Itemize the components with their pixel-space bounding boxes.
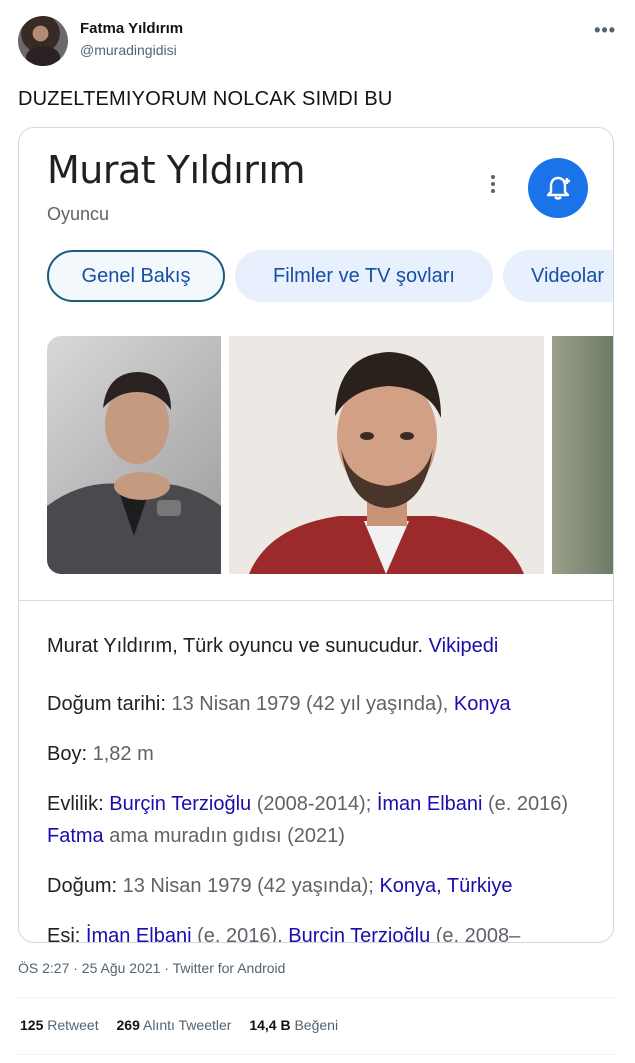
fact-label[interactable]: Boy: — [47, 743, 87, 765]
quotes-stat[interactable]: 269 Alıntı Tweetler — [117, 1017, 232, 1033]
tweet-header: Fatma Yıldırım @muradingidisi ••• — [18, 14, 618, 74]
fact-value: (e. 2016) — [488, 793, 569, 815]
fact-label[interactable]: Doğum: — [47, 875, 117, 897]
actor-photo-1-art — [47, 372, 221, 574]
quotes-count: 269 — [116, 1017, 140, 1033]
fact-height: Boy: 1,82 m — [47, 738, 587, 770]
fact-label[interactable]: Doğum tarihi: — [47, 693, 166, 715]
actor-photo-2-art — [249, 352, 524, 574]
fact-value: 13 Nisan 1979 (42 yıl yaşında), — [171, 693, 449, 715]
retweets-count: 125 — [20, 1017, 44, 1033]
fact-value: (e. 2016), — [197, 925, 283, 943]
birthplace-link[interactable]: Konya — [454, 693, 511, 715]
tab-videos[interactable]: Videolar — [503, 250, 613, 302]
knowledge-panel: Murat Yıldırım Oyuncu Genel Bakış Filmle… — [19, 128, 613, 943]
fact-value: 1,82 m — [92, 743, 154, 765]
retweets-label: Retweet — [47, 1017, 99, 1033]
spouse-link[interactable]: Fatma — [47, 825, 104, 847]
actor-photo-1[interactable] — [47, 336, 221, 574]
fact-birth: Doğum: 13 Nisan 1979 (42 yaşında); Konya… — [47, 870, 587, 902]
spouse-link[interactable]: Burçin Terzioğlu — [109, 793, 251, 815]
panel-tabs: Genel Bakış Filmler ve TV şovları Videol… — [47, 250, 613, 304]
panel-title: Murat Yıldırım — [47, 148, 305, 192]
tweet-text: DUZELTEMIYORUM NOLCAK SIMDI BU — [18, 88, 393, 110]
panel-description: Murat Yıldırım, Türk oyuncu ve sunucudur… — [47, 630, 587, 662]
author-handle[interactable]: @muradingidisi — [80, 42, 177, 58]
tab-films-tv[interactable]: Filmler ve TV şovları — [235, 250, 493, 302]
fact-marriage: Evlilik: Burçin Terzioğlu (2008-2014); İ… — [47, 788, 587, 852]
retweets-stat[interactable]: 125 Retweet — [20, 1017, 99, 1033]
fact-value: (2008-2014); — [256, 793, 372, 815]
fact-label[interactable]: Evlilik: — [47, 793, 104, 815]
fact-value: ama muradın gıdısı (2021) — [109, 825, 345, 847]
panel-subtitle: Oyuncu — [47, 204, 110, 224]
panel-divider — [19, 600, 613, 601]
bell-plus-glyph — [546, 176, 570, 200]
actor-photo-3[interactable] — [552, 336, 613, 574]
spouse-link[interactable]: İman Elbani — [86, 925, 192, 942]
likes-count: 14,4 B — [249, 1017, 291, 1033]
fact-spouse: Eşi: İman Elbani (e. 2016), Burçin Terzi… — [47, 920, 587, 943]
likes-label: Beğeni — [294, 1017, 339, 1033]
tweet-timestamp[interactable]: ÖS 2:27 · 25 Ağu 2021 · Twitter for Andr… — [18, 960, 285, 976]
author-name[interactable]: Fatma Yıldırım — [80, 20, 183, 37]
fact-value: (e. 2008– — [435, 925, 521, 943]
kebab-menu-icon[interactable] — [485, 172, 501, 202]
tweet-stats: 125 Retweet 269 Alıntı Tweetler 14,4 B B… — [20, 1017, 352, 1033]
avatar[interactable] — [18, 16, 68, 66]
description-text: Murat Yıldırım, Türk oyuncu ve sunucudur… — [47, 635, 424, 657]
tab-overview[interactable]: Genel Bakış — [47, 250, 225, 302]
spouse-link[interactable]: İman Elbani — [377, 793, 483, 815]
fact-birth-date: Doğum tarihi: 13 Nisan 1979 (42 yıl yaşı… — [47, 688, 587, 720]
photo-carousel — [47, 336, 613, 574]
fact-label[interactable]: Eşi: — [47, 925, 80, 942]
divider — [18, 997, 614, 998]
more-options-icon[interactable]: ••• — [594, 20, 616, 41]
birthplace-link[interactable]: Konya, Türkiye — [379, 875, 512, 897]
tweet-media-image[interactable]: Murat Yıldırım Oyuncu Genel Bakış Filmle… — [18, 127, 614, 943]
divider — [18, 1054, 614, 1055]
likes-stat[interactable]: 14,4 B Beğeni — [249, 1017, 338, 1033]
quotes-label: Alıntı Tweetler — [142, 1017, 232, 1033]
actor-photo-2[interactable] — [229, 336, 544, 574]
wikipedia-link[interactable]: Vikipedi — [429, 635, 499, 657]
spouse-link[interactable]: Burçin Terzioğlu — [288, 925, 430, 942]
fact-value: 13 Nisan 1979 (42 yaşında); — [122, 875, 374, 897]
bell-plus-icon[interactable] — [528, 158, 588, 218]
